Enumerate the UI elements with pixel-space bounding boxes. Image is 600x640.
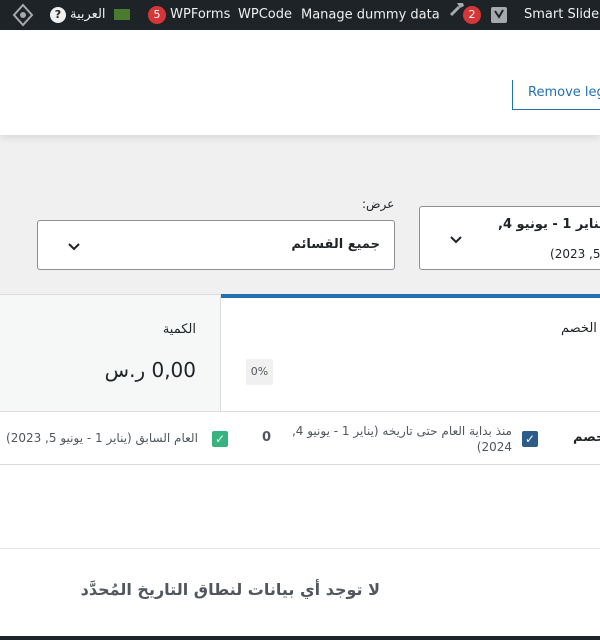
legend-title: خصم xyxy=(573,430,600,445)
discount-label: الخصم xyxy=(561,321,597,336)
flag-icon xyxy=(113,9,130,20)
chart-panel: لا توجد أي بيانات لنطاق التاريخ المُحدَّ… xyxy=(0,465,600,640)
wpforms-count-badge: 5 xyxy=(148,5,166,24)
language-label: العربية xyxy=(70,7,106,22)
current-period-label: منذ بداية العام حتى تاريخه (يناير 1 - يو… xyxy=(291,424,512,454)
updates-menu[interactable]: 2 xyxy=(463,0,481,30)
header-panel xyxy=(0,90,600,135)
chevron-down-icon xyxy=(448,232,464,248)
wpcode-label: WPCode xyxy=(238,7,292,22)
date-range-primary: (يناير 1 - يونيو 4, xyxy=(498,217,600,232)
quantity-card[interactable]: الكمية 0,00 ر.س xyxy=(0,294,221,411)
smart-slider-menu[interactable]: Smart Slider xyxy=(524,0,600,30)
dummy-data-label: Manage dummy data xyxy=(301,7,440,23)
coupon-filter-select[interactable]: جميع القسائم xyxy=(37,220,395,270)
discount-card[interactable]: الخصم 0% xyxy=(221,294,600,411)
date-range-comparison: و 5, 2023) xyxy=(550,247,600,261)
show-filter-label: عرض: xyxy=(362,197,395,211)
admin-bar: ? العربية 5 WPForms WPCode Manage dummy … xyxy=(0,0,600,30)
yoast-icon[interactable] xyxy=(490,0,508,30)
updates-count-badge: 2 xyxy=(463,5,481,24)
current-period-value: 0 xyxy=(262,430,272,445)
previous-period-checkbox[interactable]: ✓ xyxy=(212,431,228,447)
previous-period-label: العام السابق (يناير 1 - يونيو 5, 2023) xyxy=(6,431,198,445)
chart-divider xyxy=(0,548,600,549)
coupon-filter-value: جميع القسائم xyxy=(291,237,380,252)
dummy-data-menu[interactable]: Manage dummy data xyxy=(301,0,466,30)
page-header xyxy=(0,30,600,90)
empty-chart-message: لا توجد أي بيانات لنطاق التاريخ المُحدَّ… xyxy=(80,580,380,599)
wpcode-menu[interactable]: WPCode xyxy=(238,0,292,30)
discount-delta-badge: 0% xyxy=(246,359,273,385)
chart-legend: خصم ✓ منذ بداية العام حتى تاريخه (يناير … xyxy=(0,411,600,465)
chevron-down-icon xyxy=(66,239,82,255)
wpforms-menu[interactable]: 5 WPForms xyxy=(148,0,230,30)
wpforms-label: WPForms xyxy=(170,7,231,22)
help-icon[interactable]: ? xyxy=(50,0,66,30)
bottom-edge xyxy=(0,636,600,640)
language-switcher[interactable]: العربية xyxy=(70,0,130,30)
date-range-select[interactable]: (يناير 1 - يونيو 4, و 5, 2023) xyxy=(419,206,600,270)
quantity-value: 0,00 ر.س xyxy=(104,358,196,382)
remove-legacy-button[interactable]: Remove lega xyxy=(512,80,600,110)
smart-slider-label: Smart Slider xyxy=(524,7,600,22)
quantity-label: الكمية xyxy=(162,322,196,337)
wordpress-logo-icon[interactable] xyxy=(12,0,34,30)
current-period-checkbox[interactable]: ✓ xyxy=(522,431,538,447)
